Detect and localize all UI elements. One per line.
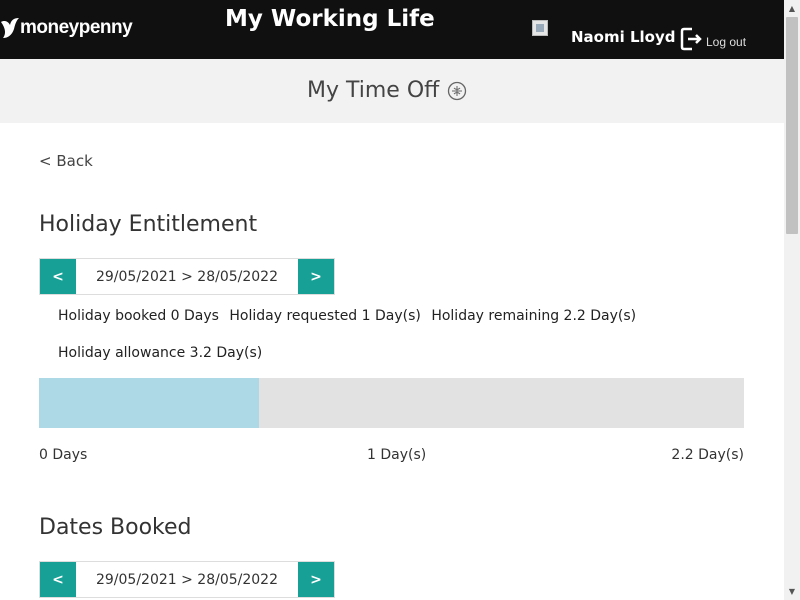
holiday-stats-row: Holiday booked 0 Days Holiday requested …	[58, 308, 642, 324]
logout-label: Log out	[706, 35, 747, 49]
holiday-allowance-row: Holiday allowance 3.2 Day(s)	[58, 345, 268, 361]
dates-booked-next-button[interactable]: >	[298, 562, 334, 597]
holiday-progress-bar	[39, 378, 744, 428]
moneypenny-logo[interactable]: moneypenny	[0, 16, 133, 40]
dates-booked-title: Dates Booked	[39, 515, 192, 540]
holiday-entitlement-title: Holiday Entitlement	[39, 212, 258, 237]
bird-logo-icon	[1, 18, 19, 38]
vertical-scrollbar[interactable]: ▲ ▼	[784, 0, 800, 600]
entitlement-next-button[interactable]: >	[298, 259, 334, 294]
logo-text: moneypenny	[20, 17, 133, 38]
dates-booked-date-range: < 29/05/2021 > 28/05/2022 >	[39, 561, 335, 598]
user-name[interactable]: Naomi Lloyd	[571, 28, 676, 46]
progress-label-mid: 1 Day(s)	[367, 447, 427, 463]
globe-icon[interactable]	[447, 81, 467, 101]
dates-booked-range-text: 29/05/2021 > 28/05/2022	[95, 571, 278, 588]
avatar[interactable]	[532, 20, 548, 36]
page-title-container: My Time Off	[307, 78, 467, 103]
logout-button[interactable]: Log out	[680, 26, 746, 52]
top-bar: moneypenny My Working Life Naomi Lloyd L…	[0, 0, 784, 59]
dates-booked-prev-button[interactable]: <	[40, 562, 76, 597]
entitlement-date-range: < 29/05/2021 > 28/05/2022 >	[39, 258, 335, 295]
progress-label-start: 0 Days	[39, 447, 88, 463]
scroll-up-arrow-icon[interactable]: ▲	[784, 0, 800, 17]
holiday-requested: Holiday requested 1 Day(s)	[229, 308, 421, 324]
logout-icon	[680, 27, 702, 51]
app-title: My Working Life	[225, 6, 435, 32]
holiday-allowance: Holiday allowance 3.2 Day(s)	[58, 345, 263, 361]
page-title: My Time Off	[307, 78, 440, 103]
holiday-progress-fill	[39, 378, 260, 428]
scrollbar-thumb[interactable]	[786, 17, 798, 234]
back-link[interactable]: < Back	[39, 152, 93, 170]
entitlement-prev-button[interactable]: <	[40, 259, 76, 294]
entitlement-range-text: 29/05/2021 > 28/05/2022	[95, 268, 278, 285]
holiday-booked: Holiday booked 0 Days	[58, 308, 219, 324]
holiday-remaining: Holiday remaining 2.2 Day(s)	[431, 308, 637, 324]
scroll-down-arrow-icon[interactable]: ▼	[784, 583, 800, 600]
progress-label-end: 2.2 Day(s)	[671, 447, 744, 463]
